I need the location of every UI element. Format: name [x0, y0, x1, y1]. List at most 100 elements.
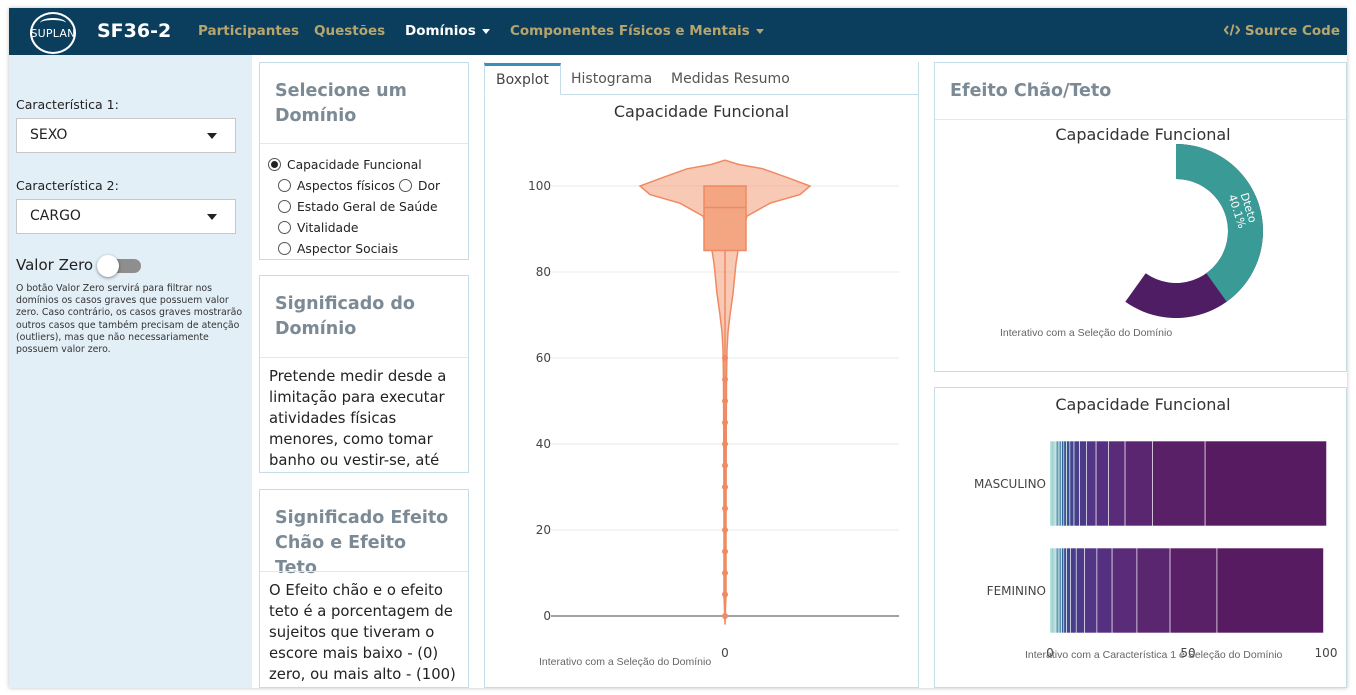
radio-estado-geral[interactable]: Estado Geral de Saúde: [278, 200, 438, 214]
radio-icon: [278, 242, 291, 255]
y-tick-label: 80: [536, 265, 551, 279]
app-frame: SUPLAN SF36-2 Participantes Questões Dom…: [9, 8, 1347, 688]
nav-dominios[interactable]: Domínios: [405, 23, 490, 39]
tab-histograma[interactable]: Histograma: [560, 63, 663, 95]
zero-toggle[interactable]: [97, 255, 143, 277]
char1-value: SEXO: [30, 127, 68, 143]
chevron-down-icon: [481, 28, 490, 34]
nav-questoes-label: Questões: [314, 23, 386, 39]
bar-segment: [1063, 547, 1067, 634]
divider: [260, 571, 468, 572]
sidebar: Característica 1: SEXO Característica 2:…: [9, 55, 252, 688]
outlier-point: [722, 484, 728, 490]
outlier-point: [722, 419, 728, 426]
domain-meaning-panel: Significado do Domínio Pretende medir de…: [259, 275, 469, 473]
zero-help-text: O botão Valor Zero servirá para filtrar …: [16, 283, 243, 356]
boxplot-note: Interativo com a Seleção do Domínio: [539, 656, 711, 668]
bar-segment: [1073, 440, 1080, 527]
source-code-link[interactable]: Source Code: [1223, 23, 1340, 39]
outlier-point: [722, 398, 728, 404]
nav-dominios-label: Domínios: [405, 23, 476, 39]
bar-segment: [1075, 547, 1085, 634]
toggle-knob: [97, 255, 119, 277]
nav-questoes[interactable]: Questões: [314, 23, 385, 39]
domain-select-panel: Selecione um Domínio Capacidade Funciona…: [259, 62, 469, 260]
stacked-bar-chart[interactable]: MASCULINOFEMININO0 50 100Interativo com a …: [934, 413, 1347, 663]
x-tick-label: 0: [721, 646, 729, 660]
outlier-point: [722, 376, 728, 383]
radio-label: Aspector Sociais: [297, 242, 399, 256]
bar-segment: [1111, 547, 1138, 634]
effect-meaning-panel: Significado Efeito Chão e Efeito Teto O …: [259, 489, 469, 688]
divider: [260, 143, 468, 144]
bar-segment: [1216, 547, 1324, 634]
category-label: MASCULINO: [974, 477, 1046, 491]
effect-meaning-title: Significado Efeito Chão e Efeito Teto: [275, 508, 449, 578]
char2-label: Característica 2:: [16, 178, 119, 193]
stacked-title: Capacidade Funcional: [1055, 395, 1231, 414]
donut-note: Interativo com a Seleção do Domínio: [1000, 327, 1172, 339]
nav-componentes[interactable]: Componentes Físicos e Mentais: [510, 23, 764, 39]
bar-segment: [1079, 440, 1087, 527]
radio-checked-icon: [268, 158, 281, 171]
bar-segment: [1152, 440, 1206, 527]
y-tick-label: 40: [536, 437, 551, 451]
bar-segment: [1124, 440, 1153, 527]
radio-label: Estado Geral de Saúde: [297, 200, 438, 214]
char1-select[interactable]: SEXO: [16, 118, 236, 153]
radio-icon: [399, 179, 412, 192]
stacked-note: Interativo com a Característica 1 e Sele…: [1025, 649, 1283, 661]
radio-vitalidade[interactable]: Vitalidade: [278, 221, 358, 235]
chevron-down-icon: [207, 214, 217, 220]
radio-aspector-sociais[interactable]: Aspector Sociais: [278, 242, 398, 256]
nav-participantes[interactable]: Participantes: [198, 23, 299, 39]
char1-label: Característica 1:: [16, 97, 119, 112]
tab-boxplot[interactable]: Boxplot: [484, 63, 561, 95]
outlier-point: [722, 441, 728, 447]
radio-label: Aspectos físicos: [297, 179, 395, 193]
bar-segment: [1066, 440, 1071, 527]
bar-segment: [1061, 440, 1065, 527]
bar-segment: [1063, 440, 1067, 527]
bar-segment: [1086, 440, 1097, 527]
outlier-point: [722, 505, 728, 512]
app-brand[interactable]: SF36-2: [97, 20, 171, 42]
box: [703, 185, 747, 252]
bar-segment: [1070, 547, 1077, 634]
logo-arc: [40, 18, 66, 28]
bar-segment: [1169, 547, 1218, 634]
bar-segment: [1084, 547, 1098, 634]
effect-meaning-text: O Efeito chão e o efeito teto é a porcen…: [269, 582, 456, 683]
domain-select-title: Selecione um Domínio: [275, 81, 407, 126]
tab-histograma-label: Histograma: [571, 71, 653, 87]
radio-icon: [278, 200, 291, 213]
bar-segment: [1096, 547, 1113, 634]
radio-dor[interactable]: Dor: [399, 179, 440, 193]
divider: [935, 119, 1346, 120]
bar-segment: [1136, 547, 1171, 634]
boxplot-title: Capacidade Funcional: [613, 102, 790, 121]
radio-icon: [278, 179, 291, 192]
floor-ceiling-title: Efeito Chão/Teto: [950, 81, 1112, 101]
radio-capacidade-funcional[interactable]: Capacidade Funcional: [268, 158, 422, 172]
violin-chart[interactable]: 0 20 40 60 80 100 0 Interativo com a Seleção do…: [484, 120, 919, 680]
outlier-point: [722, 462, 728, 469]
chevron-down-icon: [755, 28, 764, 34]
donut-title: Capacidade Funcional: [1055, 125, 1231, 144]
navbar: SUPLAN SF36-2 Participantes Questões Dom…: [9, 8, 1347, 55]
outlier-point: [722, 548, 728, 555]
x-tick-label: 100: [1315, 646, 1338, 660]
tab-medidas-resumo-label: Medidas Resumo: [671, 71, 790, 87]
zero-toggle-label: Valor Zero: [16, 256, 94, 274]
code-icon: [1223, 24, 1241, 36]
domain-meaning-text: Pretende medir desde a limitação para ex…: [269, 368, 447, 469]
donut-chart[interactable]: Dmeio59.9%Dteto40.1%Interativo com a Sel…: [934, 143, 1347, 343]
tab-medidas-resumo[interactable]: Medidas Resumo: [660, 63, 801, 95]
logo-text: SUPLAN: [30, 26, 76, 40]
domain-meaning-title: Significado do Domínio: [275, 294, 415, 339]
divider: [260, 357, 468, 358]
radio-aspectos-fisicos[interactable]: Aspectos físicos: [278, 179, 395, 193]
outlier-point: [722, 527, 728, 533]
char2-select[interactable]: CARGO: [16, 199, 236, 234]
suplan-logo[interactable]: SUPLAN: [30, 12, 76, 54]
